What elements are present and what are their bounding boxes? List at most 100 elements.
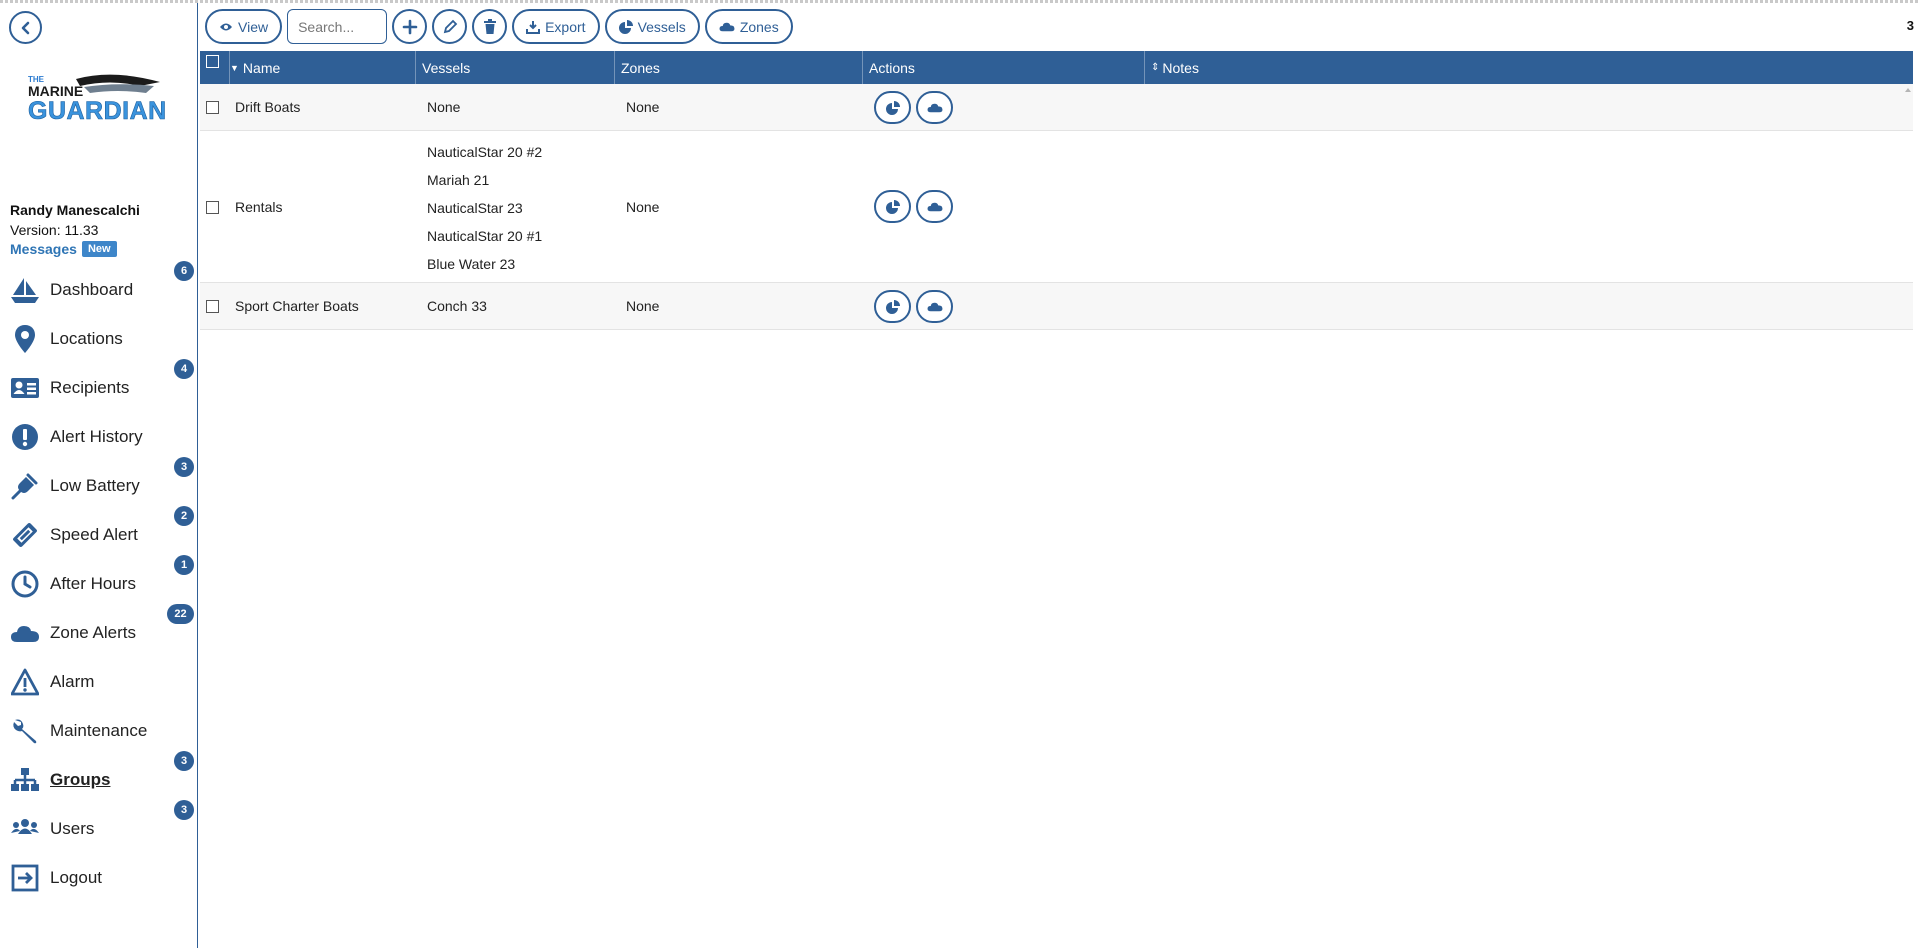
- vessel-name: NauticalStar 20 #2: [427, 144, 543, 160]
- messages-row: Messages New: [10, 241, 117, 257]
- sidebar-item-after-hours[interactable]: After Hours: [0, 566, 196, 602]
- zones-value: None: [626, 298, 660, 314]
- export-button[interactable]: Export: [512, 9, 600, 44]
- sidebar-item-groups[interactable]: Groups: [0, 762, 196, 798]
- table-row[interactable]: Drift Boats None None: [200, 84, 1913, 131]
- assign-zones-button[interactable]: [916, 190, 953, 223]
- table-row[interactable]: Rentals NauticalStar 20 #2 Mariah 21 Nau…: [200, 131, 1913, 283]
- sidebar-item-users[interactable]: Users: [0, 811, 196, 847]
- column-header-label: Vessels: [422, 59, 471, 76]
- plus-icon: [402, 19, 417, 34]
- plug-icon: [10, 471, 40, 501]
- column-header-name[interactable]: ▼ Name: [224, 51, 416, 84]
- add-button[interactable]: [392, 9, 428, 44]
- messages-link[interactable]: Messages: [10, 241, 77, 257]
- cloud-icon: [10, 618, 40, 648]
- sidebar-item-dashboard[interactable]: Dashboard: [0, 272, 196, 308]
- top-border: [0, 0, 1920, 3]
- zones-value: None: [626, 199, 660, 215]
- sidebar-item-label: Speed Alert: [50, 525, 138, 544]
- column-header-actions[interactable]: Actions: [863, 51, 1145, 84]
- table-row[interactable]: Sport Charter Boats Conch 33 None: [200, 283, 1913, 330]
- nav-count-badge: 3: [174, 751, 194, 771]
- vessel-name: NauticalStar 23: [427, 200, 523, 216]
- sidebar-item-label: Alarm: [50, 672, 95, 691]
- sidebar-item-alert-history[interactable]: Alert History: [0, 419, 196, 455]
- pie-chart-icon: [885, 100, 900, 115]
- nav-count-badge: 22: [167, 604, 194, 624]
- group-name: Drift Boats: [235, 99, 301, 115]
- users-icon: [10, 814, 40, 844]
- column-header-label: Zones: [621, 59, 660, 76]
- cloud-icon: [927, 202, 942, 212]
- sidebar-item-label: Low Battery: [50, 476, 140, 495]
- vessel-list: NauticalStar 20 #2 Mariah 21 NauticalSta…: [427, 138, 542, 278]
- nav-count-badge: 1: [174, 555, 194, 575]
- vessel-name: Blue Water 23: [427, 256, 516, 272]
- assign-vessels-button[interactable]: [874, 91, 911, 124]
- delete-button[interactable]: [472, 9, 508, 44]
- zones-value: None: [626, 99, 660, 115]
- svg-text:GUARDIAN: GUARDIAN: [28, 97, 167, 125]
- vessel-name: None: [427, 99, 461, 115]
- sailboat-icon: [10, 275, 40, 305]
- sidebar-item-logout[interactable]: Logout: [0, 860, 196, 896]
- assign-zones-button[interactable]: [916, 91, 953, 124]
- sort-desc-icon: ▼: [230, 62, 239, 73]
- vertical-scrollbar[interactable]: [1903, 84, 1913, 948]
- toolbar: View Export Vessels Zones: [205, 9, 793, 44]
- search-input[interactable]: [287, 9, 388, 44]
- assign-vessels-button[interactable]: [874, 190, 911, 223]
- contact-card-icon: [10, 373, 40, 403]
- row-checkbox[interactable]: [206, 101, 219, 114]
- sidebar-item-low-battery[interactable]: Low Battery: [0, 468, 196, 504]
- sidebar-item-label: Alert History: [50, 427, 143, 446]
- sidebar-item-speed-alert[interactable]: Speed Alert: [0, 517, 196, 553]
- sidebar-item-label: Groups: [50, 770, 111, 789]
- vessel-name: NauticalStar 20 #1: [427, 228, 543, 244]
- column-header-vessels[interactable]: Vessels: [416, 51, 615, 84]
- zones-button[interactable]: Zones: [704, 9, 793, 44]
- cloud-icon: [927, 103, 942, 113]
- sidebar-item-recipients[interactable]: Recipients: [0, 370, 196, 406]
- map-pin-icon: [10, 324, 40, 354]
- column-header-label: Notes: [1162, 59, 1199, 76]
- column-header-label: Name: [242, 59, 281, 76]
- group-name: Sport Charter Boats: [235, 298, 359, 314]
- nav-count-badge: 4: [174, 359, 194, 379]
- nav-count-badge: 3: [174, 800, 194, 820]
- pie-chart-icon: [885, 299, 900, 314]
- edit-button[interactable]: [432, 9, 468, 44]
- vessels-label: Vessels: [637, 18, 686, 35]
- assign-vessels-button[interactable]: [874, 290, 911, 323]
- cloud-icon: [927, 302, 942, 312]
- export-label: Export: [545, 18, 586, 35]
- cloud-icon: [719, 22, 735, 32]
- row-checkbox[interactable]: [206, 201, 219, 214]
- warning-icon: [10, 667, 40, 697]
- sidebar-item-alarm[interactable]: Alarm: [0, 664, 196, 700]
- table-header: ▼ Name Vessels Zones Actions ⇕ Notes: [200, 51, 1913, 84]
- sidebar-item-label: Locations: [50, 329, 123, 348]
- sidebar-item-locations[interactable]: Locations: [0, 321, 196, 357]
- zones-label: Zones: [739, 18, 779, 35]
- select-all-checkbox[interactable]: [206, 55, 219, 68]
- column-header-zones[interactable]: Zones: [615, 51, 863, 84]
- sidebar-item-label: Zone Alerts: [50, 623, 136, 642]
- nav-count-badge: 2: [174, 506, 194, 526]
- sidebar-item-label: Users: [50, 819, 95, 838]
- sidebar-item-zone-alerts[interactable]: Zone Alerts: [0, 615, 196, 651]
- wrench-icon: [10, 716, 40, 746]
- row-checkbox[interactable]: [206, 300, 219, 313]
- sidebar-item-maintenance[interactable]: Maintenance: [0, 713, 196, 749]
- view-button[interactable]: View: [205, 9, 283, 44]
- nav-count-badge: 6: [174, 261, 194, 281]
- vessels-button[interactable]: Vessels: [604, 9, 700, 44]
- assign-zones-button[interactable]: [916, 290, 953, 323]
- column-header-notes[interactable]: ⇕ Notes: [1145, 51, 1913, 84]
- group-name: Rentals: [235, 199, 283, 215]
- collapse-sidebar-button[interactable]: [9, 11, 42, 44]
- sidebar-item-label: Logout: [50, 868, 102, 887]
- sort-both-icon: ⇕: [1151, 62, 1160, 73]
- eye-icon: [220, 23, 232, 30]
